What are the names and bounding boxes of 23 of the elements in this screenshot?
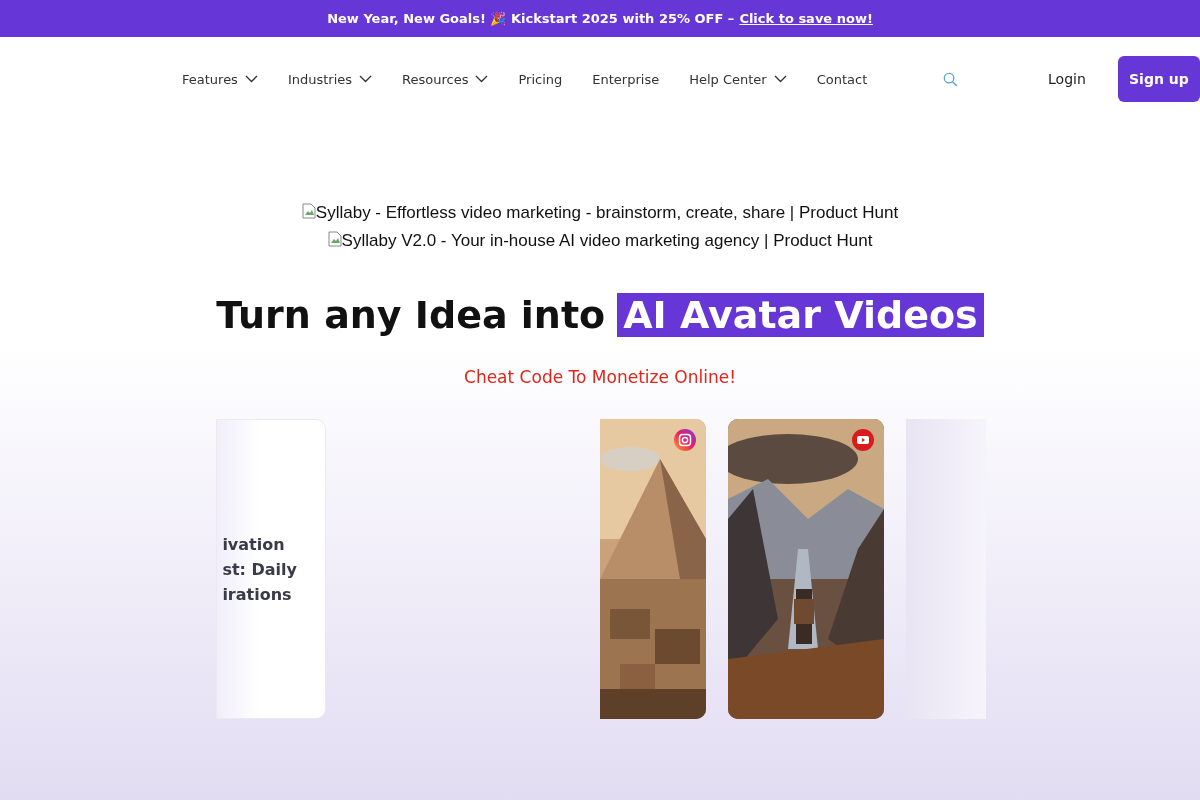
broken-image-icon [301, 203, 316, 219]
hero-title: Turn any Idea into [216, 293, 606, 337]
nav-link[interactable]: Industries [287, 71, 373, 87]
signup-button[interactable]: Sign up [1117, 56, 1200, 102]
broken-image-icon [327, 231, 342, 247]
nav-link[interactable]: Contact [816, 71, 868, 87]
login-link[interactable]: Login [1048, 71, 1086, 87]
youtube-icon [852, 429, 874, 451]
nav-link[interactable]: Enterprise [592, 71, 660, 87]
instagram-icon [674, 429, 696, 451]
search-icon[interactable] [943, 70, 958, 88]
product-hunt-badge-alt[interactable]: Syllaby - Effortless video marketing - brainstorm, create, share | Product Hunt [315, 203, 899, 223]
hero-subtitle: Cheat Code To Monetize Online! [464, 367, 736, 387]
promo-text: New Year, New Goals! 🎉 Kickstart 2025 with 25% OFF – [327, 11, 735, 26]
card-title: ivation st: Daily irations [222, 533, 297, 606]
promo-link[interactable]: Click to save now! [739, 11, 873, 26]
nav-link[interactable]: Pricing [518, 71, 563, 87]
nav-link[interactable]: Features [182, 71, 258, 87]
video-card[interactable]: ivation st: Daily irations [216, 419, 326, 719]
product-hunt-badge-alt[interactable]: Syllaby V2.0 - Your in-house AI video marketing agency | Product Hunt [341, 231, 873, 251]
hero-highlight: AI Avatar Videos [617, 293, 984, 337]
nav-link[interactable]: Resources [402, 71, 489, 87]
nav-link[interactable]: Help Center [689, 71, 787, 87]
